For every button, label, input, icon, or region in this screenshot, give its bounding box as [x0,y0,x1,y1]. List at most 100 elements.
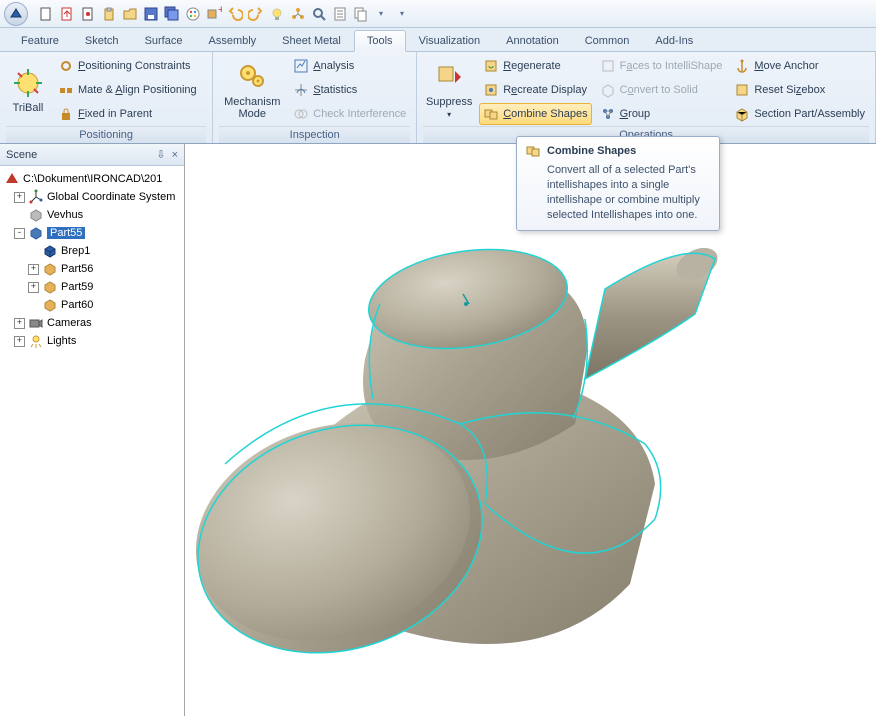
combine-shapes-button[interactable]: Combine Shapes [479,103,591,125]
tree-item-part59[interactable]: + Part59 [2,278,182,296]
link-icon [58,58,74,74]
interference-icon [293,106,309,122]
mate-align-button[interactable]: Mate & Align Positioning [54,79,201,101]
ribbon: TriBall Positioning Constraints Mate & A… [0,52,876,144]
triball-button[interactable]: TriBall [6,55,50,126]
app-logo[interactable] [4,2,28,26]
tree-item-lights[interactable]: + Lights [2,332,182,350]
tab-visualization[interactable]: Visualization [406,30,494,51]
stats-icon [293,82,309,98]
part-gold-icon [42,261,58,277]
qat-import-icon[interactable] [58,5,76,23]
qat-doc-icon[interactable] [331,5,349,23]
scene-panel: Scene ⇩ × C:\Dokument\IRONCAD\201 + Glob… [0,144,185,716]
regenerate-button[interactable]: Regenerate [479,55,591,77]
qat-add-block-icon[interactable]: + [205,5,223,23]
expand-icon[interactable]: + [14,336,25,347]
tree-item-brep1[interactable]: Brep1 [2,242,182,260]
tab-common[interactable]: Common [572,30,643,51]
qat-customize-dropdown-icon[interactable]: ▾ [379,9,383,18]
section-icon [734,106,750,122]
sizebox-icon [734,82,750,98]
expand-icon[interactable]: + [14,318,25,329]
qat-new-icon[interactable] [37,5,55,23]
positioning-constraints-button[interactable]: Positioning Constraints [54,55,201,77]
ironcad-icon [4,171,20,187]
solid-icon [600,82,616,98]
brep-icon [42,243,58,259]
tab-sheet-metal[interactable]: Sheet Metal [269,30,354,51]
fixed-in-parent-button[interactable]: Fixed in Parent [54,103,201,125]
qat-save-icon[interactable] [142,5,160,23]
tree-item-global-coord[interactable]: + Global Coordinate System [2,188,182,206]
combine-icon [525,143,541,159]
regenerate-icon [483,58,499,74]
faces-icon [600,58,616,74]
tab-surface[interactable]: Surface [132,30,196,51]
qat-bulb-icon[interactable] [268,5,286,23]
qat-overflow-dropdown-icon[interactable]: ▾ [400,9,404,18]
svg-text:+: + [218,6,222,16]
expand-icon[interactable]: + [14,192,25,203]
tab-tools[interactable]: Tools [354,30,406,52]
combine-shapes-tooltip: Combine Shapes Convert all of a selected… [516,136,720,231]
reset-sizebox-button[interactable]: Reset Sizebox [730,79,869,101]
qat-copy-icon[interactable] [352,5,370,23]
qat-find-icon[interactable] [310,5,328,23]
camera-icon [28,315,44,331]
qat-tree-icon[interactable] [289,5,307,23]
qat-redo-icon[interactable] [247,5,265,23]
tree-item-vevhus[interactable]: Vevhus [2,206,182,224]
statistics-button[interactable]: Statistics [289,79,410,101]
mechanism-mode-button[interactable]: Mechanism Mode [219,55,285,126]
group-label-inspection: Inspection [219,126,410,143]
group-button[interactable]: Group [596,103,727,125]
scene-panel-title: Scene [6,149,37,161]
section-part-button[interactable]: Section Part/Assembly [730,103,869,125]
close-icon[interactable]: × [172,149,178,161]
qat-palette-icon[interactable] [184,5,202,23]
tree-item-cameras[interactable]: + Cameras [2,314,182,332]
part-blue-icon [28,225,44,241]
expand-icon[interactable]: + [28,264,39,275]
recreate-icon [483,82,499,98]
axes-icon [28,189,44,205]
tree-item-part55[interactable]: - Part55 [2,224,182,242]
qat-undo-icon[interactable] [226,5,244,23]
qat-export-icon[interactable] [79,5,97,23]
pin-icon[interactable]: ⇩ [156,148,165,161]
group-icon [600,106,616,122]
lock-icon [58,106,74,122]
tab-add-ins[interactable]: Add-Ins [642,30,706,51]
qat-open-icon[interactable] [121,5,139,23]
quick-access-toolbar: + ▾ ▾ [0,0,876,28]
light-icon [28,333,44,349]
qat-clipboard-icon[interactable] [100,5,118,23]
scene-tree[interactable]: C:\Dokument\IRONCAD\201 + Global Coordin… [0,166,184,716]
analysis-icon [293,58,309,74]
collapse-icon[interactable]: - [14,228,25,239]
anchor-icon [734,58,750,74]
tree-item-part56[interactable]: + Part56 [2,260,182,278]
tree-root[interactable]: C:\Dokument\IRONCAD\201 [2,170,182,188]
ribbon-tabstrip: Feature Sketch Surface Assembly Sheet Me… [0,28,876,52]
analysis-button[interactable]: Analysis [289,55,410,77]
convert-to-solid-button: Convert to Solid [596,79,727,101]
tab-sketch[interactable]: Sketch [72,30,132,51]
part-gold-icon [42,279,58,295]
move-anchor-button[interactable]: Move Anchor [730,55,869,77]
scene-panel-header: Scene ⇩ × [0,144,184,166]
tree-item-part60[interactable]: Part60 [2,296,182,314]
recreate-display-button[interactable]: Recreate Display [479,79,591,101]
suppress-button[interactable]: Suppress ▾ [423,55,475,126]
tab-assembly[interactable]: Assembly [195,30,269,51]
check-interference-button: Check Interference [289,103,410,125]
tab-annotation[interactable]: Annotation [493,30,572,51]
qat-save-all-icon[interactable] [163,5,181,23]
part-gold-icon [42,297,58,313]
mate-icon [58,82,74,98]
part-grey-icon [28,207,44,223]
tab-feature[interactable]: Feature [8,30,72,51]
expand-icon[interactable]: + [28,282,39,293]
combine-icon [483,106,499,122]
